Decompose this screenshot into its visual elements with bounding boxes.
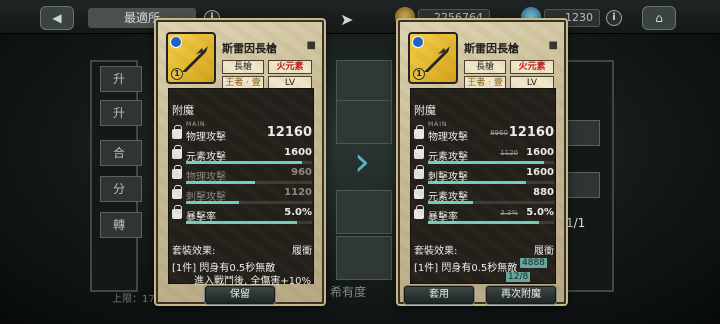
share-icon[interactable]: ➤ (340, 10, 353, 29)
left-tab-5[interactable]: 轉 (100, 212, 142, 238)
stat-row-main[interactable]: 物理攻擊 8960 12160 (414, 125, 554, 144)
left-tab-4[interactable]: 分 (100, 176, 142, 202)
stat-value: 960 (291, 167, 312, 178)
lock-icon[interactable] (172, 125, 182, 139)
stat-value: 1600 (526, 147, 554, 158)
stat-row[interactable]: 暴擊率 3.3% 5.0% (414, 205, 554, 224)
section-title: 附魔 (172, 104, 194, 117)
element-chip: 火元素 (510, 60, 554, 74)
back-icon[interactable]: ◀ (40, 6, 74, 30)
slot-tile[interactable] (336, 100, 392, 144)
lock-icon[interactable]: ■ (549, 40, 558, 51)
item-name: 斯雷因長槍 (222, 42, 277, 55)
type-chip: 長槍 (464, 60, 506, 74)
right-tab-2[interactable] (560, 172, 600, 198)
slot-tile[interactable] (336, 190, 392, 234)
item-name: 斯雷因長槍 (464, 42, 519, 55)
re-enchant-button[interactable]: 再次附魔 (486, 286, 556, 304)
stat-value: 1600 (284, 147, 312, 158)
stat-row[interactable]: 元素攻擊 1120 1600 (414, 145, 554, 164)
right-tab-1[interactable] (560, 120, 600, 146)
lock-icon[interactable] (172, 165, 182, 179)
stat-value: 1600 (526, 167, 554, 178)
stat-value: 880 (533, 187, 554, 198)
stat-value: 5.0% (526, 207, 554, 218)
left-tab-2[interactable]: 升 (100, 100, 142, 126)
set-effect-row: 套裝效果: 履衝 (414, 242, 554, 257)
lock-icon[interactable] (172, 205, 182, 219)
stat-bar (428, 221, 554, 224)
spear-icon: 1 (166, 32, 216, 84)
footer-limit: 上限：17 (112, 294, 155, 305)
slot-tile[interactable] (336, 60, 392, 104)
set-value: 履衝 (534, 246, 554, 257)
section-title: 附魔 (414, 104, 436, 117)
left-tab-1[interactable]: 升 (100, 66, 142, 92)
enchant-card-current: 1 斯雷因長槍 ■ 長槍 火元素 王者 · 壹 LV 75/120 附魔 MAI… (156, 20, 324, 304)
lock-icon[interactable]: ■ (307, 40, 316, 51)
keep-button[interactable]: 保留 (205, 286, 275, 304)
home-icon[interactable]: ⌂ (642, 6, 676, 30)
set-value: 履衝 (292, 246, 312, 257)
level-badge: 1 (413, 68, 425, 80)
lock-icon[interactable] (172, 185, 182, 199)
spear-icon: 1 (408, 32, 458, 84)
element-chip: 火元素 (268, 60, 312, 74)
stat-value: 12160 (508, 125, 554, 140)
apply-button[interactable]: 套用 (404, 286, 474, 304)
stat-value: 5.0% (284, 207, 312, 218)
lock-icon[interactable] (414, 205, 424, 219)
level-badge: 1 (171, 68, 183, 80)
top-bar: ◀ 最適所 i ➤ 2256764 1230 i ⌂ (0, 0, 720, 34)
set-label: 套裝效果: (414, 246, 458, 257)
set-effect-row: 套裝效果: 履衝 (172, 242, 312, 257)
page-counter: 1/1 (566, 216, 586, 230)
lock-icon[interactable] (172, 145, 182, 159)
set-effect-line2: 進入戰鬥後, 全傷害+10% (194, 276, 311, 287)
stat-bar (186, 161, 312, 164)
stat-label: 物理攻擊 (428, 132, 468, 143)
counter-mark: 12/8 (506, 272, 531, 282)
progress-mark: 4888 (520, 258, 547, 268)
type-chip: 長槍 (222, 60, 264, 74)
stat-bar (428, 201, 554, 204)
stat-old-value: 3.3% (500, 209, 518, 217)
stat-row[interactable]: 物理攻擊 960 (172, 165, 312, 184)
stat-label: 物理攻擊 (186, 132, 226, 143)
info-icon-right[interactable]: i (606, 10, 622, 26)
stat-row[interactable]: 刺擊攻擊 1120 (172, 185, 312, 204)
left-tab-3[interactable]: 合 (100, 140, 142, 166)
lock-icon[interactable] (414, 185, 424, 199)
slot-tile[interactable] (336, 236, 392, 280)
stat-old-value: 1120 (500, 149, 518, 157)
stat-row[interactable]: 刺擊攻擊 1600 (414, 165, 554, 184)
stat-bar (186, 221, 312, 224)
stat-bar (186, 201, 312, 204)
stat-bar (186, 181, 312, 184)
lock-icon[interactable] (414, 145, 424, 159)
stat-row[interactable]: 元素攻擊 1600 (172, 145, 312, 164)
stat-old-value: 8960 (490, 129, 508, 137)
set-effect-line1: [1件] 閃身有0.5秒無敵 (414, 263, 518, 274)
stat-value: 12160 (266, 125, 312, 140)
stat-bar (428, 181, 554, 184)
lock-icon[interactable] (414, 125, 424, 139)
enchant-compare-screen: ◀ 最適所 i ➤ 2256764 1230 i ⌂ 升 升 合 分 轉 › 上… (0, 0, 720, 324)
stat-row[interactable]: 元素攻擊 880 (414, 185, 554, 204)
lock-icon[interactable] (414, 165, 424, 179)
stat-row[interactable]: 暴擊率 5.0% (172, 205, 312, 224)
stat-value: 1120 (284, 187, 312, 198)
footer-rarity: 希有度 (330, 285, 367, 299)
compare-arrow-icon: › (354, 139, 370, 185)
stat-bar (428, 161, 554, 164)
stat-row-main[interactable]: 物理攻擊 12160 (172, 125, 312, 144)
set-label: 套裝效果: (172, 246, 216, 257)
